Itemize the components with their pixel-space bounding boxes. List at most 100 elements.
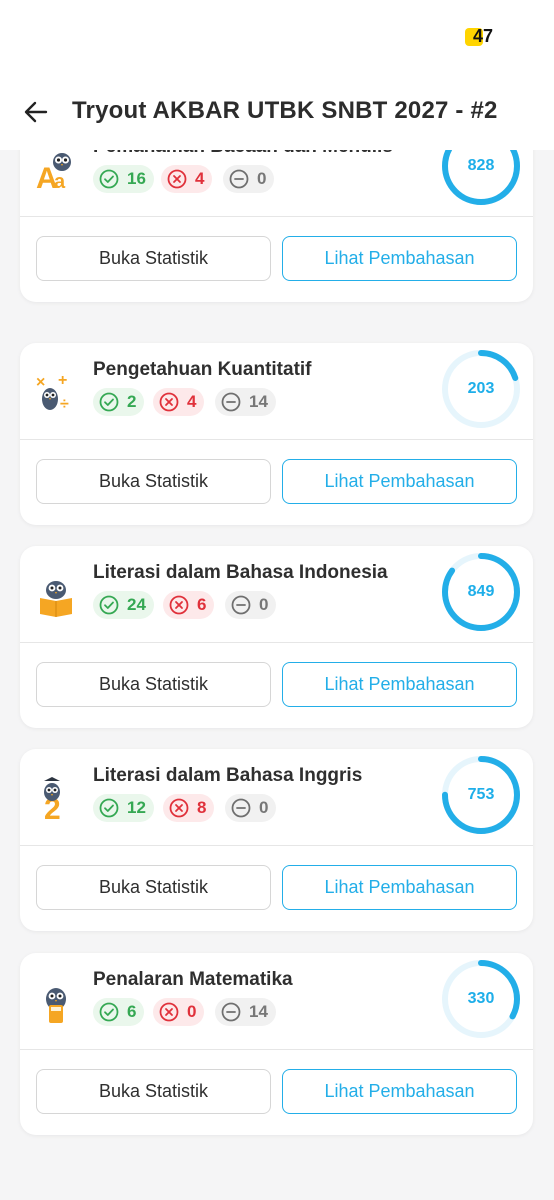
score-value: 753 — [467, 786, 495, 803]
wrong-count: 4 — [187, 392, 197, 411]
minus-circle-icon — [229, 169, 249, 189]
wrong-count: 6 — [197, 595, 207, 614]
empty-count-badge: 0 — [225, 591, 277, 619]
empty-count-badge: 0 — [223, 165, 275, 193]
subject-name: Literasi dalam Bahasa Indonesia — [93, 562, 388, 583]
check-circle-icon — [99, 1002, 119, 1022]
empty-count-badge: 14 — [215, 998, 276, 1026]
owl-english-icon: 2 — [44, 777, 61, 821]
svg-text:×: × — [36, 374, 45, 391]
x-circle-icon — [159, 392, 179, 412]
correct-count-badge: 12 — [93, 794, 154, 822]
subject-name: Pemahaman Bacaan dan Menulis — [93, 150, 393, 158]
divider — [20, 216, 533, 217]
subject-summary: Penalaran Matematika 6 0 14 330 — [20, 953, 533, 1057]
subject-summary: 2 Literasi dalam Bahasa Inggris 12 8 0 7… — [20, 749, 533, 853]
empty-count: 14 — [249, 392, 268, 411]
subject-card: 2 Literasi dalam Bahasa Inggris 12 8 0 7… — [20, 749, 533, 931]
score-ring: 828 — [441, 150, 521, 206]
empty-count: 0 — [259, 798, 269, 817]
subject-list: A a Pemahaman Bacaan dan Menulis 16 4 — [0, 150, 554, 1200]
x-circle-icon — [167, 169, 187, 189]
correct-count-badge: 16 — [93, 165, 154, 193]
subject-summary: Literasi dalam Bahasa Indonesia 24 6 0 8… — [20, 546, 533, 650]
divider — [20, 439, 533, 440]
check-circle-icon — [99, 392, 119, 412]
subject-name: Pengetahuan Kuantitatif — [93, 359, 312, 380]
correct-count: 24 — [127, 595, 146, 614]
open-statistics-button[interactable]: Buka Statistik — [36, 662, 271, 707]
score-ring: 203 — [441, 349, 521, 429]
x-circle-icon — [169, 798, 189, 818]
x-circle-icon — [159, 1002, 179, 1022]
view-discussion-button[interactable]: Lihat Pembahasan — [282, 236, 517, 281]
subject-card: × + ÷ Pengetahuan Kuantitatif 2 4 14 203… — [20, 343, 533, 525]
correct-count-badge: 24 — [93, 591, 154, 619]
score-value: 203 — [467, 380, 495, 397]
owl-calculator-icon — [46, 988, 66, 1023]
correct-count: 12 — [127, 798, 146, 817]
minus-circle-icon — [221, 1002, 241, 1022]
check-circle-icon — [99, 595, 119, 615]
wrong-count-badge: 8 — [163, 794, 215, 822]
open-statistics-button[interactable]: Buka Statistik — [36, 459, 271, 504]
battery-indicator: 47 — [465, 26, 495, 48]
subject-card: A a Pemahaman Bacaan dan Menulis 16 4 — [20, 150, 533, 302]
correct-count: 2 — [127, 392, 137, 411]
score-ring: 330 — [441, 959, 521, 1039]
divider — [20, 642, 533, 643]
svg-text:a: a — [54, 171, 66, 192]
x-circle-icon — [169, 595, 189, 615]
wrong-count-badge: 6 — [163, 591, 215, 619]
view-discussion-button[interactable]: Lihat Pembahasan — [282, 1069, 517, 1114]
subject-name: Penalaran Matematika — [93, 969, 293, 990]
view-discussion-button[interactable]: Lihat Pembahasan — [282, 662, 517, 707]
empty-count: 0 — [257, 169, 267, 188]
open-statistics-button[interactable]: Buka Statistik — [36, 1069, 271, 1114]
owl-book-icon — [40, 581, 72, 617]
subject-summary: A a Pemahaman Bacaan dan Menulis 16 4 — [20, 150, 533, 224]
minus-circle-icon — [231, 595, 251, 615]
battery-level: 47 — [473, 26, 494, 46]
check-circle-icon — [99, 169, 119, 189]
status-bar: 47 — [0, 0, 554, 70]
open-statistics-button[interactable]: Buka Statistik — [36, 236, 271, 281]
view-discussion-button[interactable]: Lihat Pembahasan — [282, 865, 517, 910]
empty-count: 14 — [249, 1002, 268, 1021]
empty-count: 0 — [259, 595, 269, 614]
view-discussion-button[interactable]: Lihat Pembahasan — [282, 459, 517, 504]
score-ring: 753 — [441, 755, 521, 835]
wrong-count: 0 — [187, 1002, 197, 1021]
empty-count-badge: 0 — [225, 794, 277, 822]
divider — [20, 1049, 533, 1050]
owl-letters-icon: A a — [36, 153, 71, 192]
wrong-count: 4 — [195, 169, 205, 188]
subject-name: Literasi dalam Bahasa Inggris — [93, 765, 363, 786]
subject-summary: × + ÷ Pengetahuan Kuantitatif 2 4 14 203 — [20, 343, 533, 447]
correct-count: 6 — [127, 1002, 137, 1021]
svg-text:+: + — [58, 372, 67, 389]
owl-math-symbols-icon: × + ÷ — [36, 372, 69, 413]
open-statistics-button[interactable]: Buka Statistik — [36, 865, 271, 910]
wrong-count-badge: 0 — [153, 998, 205, 1026]
correct-count-badge: 6 — [93, 998, 145, 1026]
empty-count-badge: 14 — [215, 388, 276, 416]
wrong-count-badge: 4 — [153, 388, 205, 416]
score-value: 828 — [467, 157, 495, 174]
score-value: 330 — [467, 990, 495, 1007]
divider — [20, 845, 533, 846]
subject-card: Penalaran Matematika 6 0 14 330 Buka Sta… — [20, 953, 533, 1135]
minus-circle-icon — [221, 392, 241, 412]
wrong-count: 8 — [197, 798, 207, 817]
page-header: Tryout AKBAR UTBK SNBT 2027 - #2 — [0, 70, 554, 150]
check-circle-icon — [99, 798, 119, 818]
back-arrow-icon[interactable] — [22, 98, 50, 126]
score-value: 849 — [467, 583, 495, 600]
score-ring: 849 — [441, 552, 521, 632]
correct-count-badge: 2 — [93, 388, 145, 416]
svg-text:÷: ÷ — [60, 396, 69, 413]
correct-count: 16 — [127, 169, 146, 188]
wrong-count-badge: 4 — [161, 165, 213, 193]
page-title: Tryout AKBAR UTBK SNBT 2027 - #2 — [72, 97, 498, 124]
subject-card: Literasi dalam Bahasa Indonesia 24 6 0 8… — [20, 546, 533, 728]
